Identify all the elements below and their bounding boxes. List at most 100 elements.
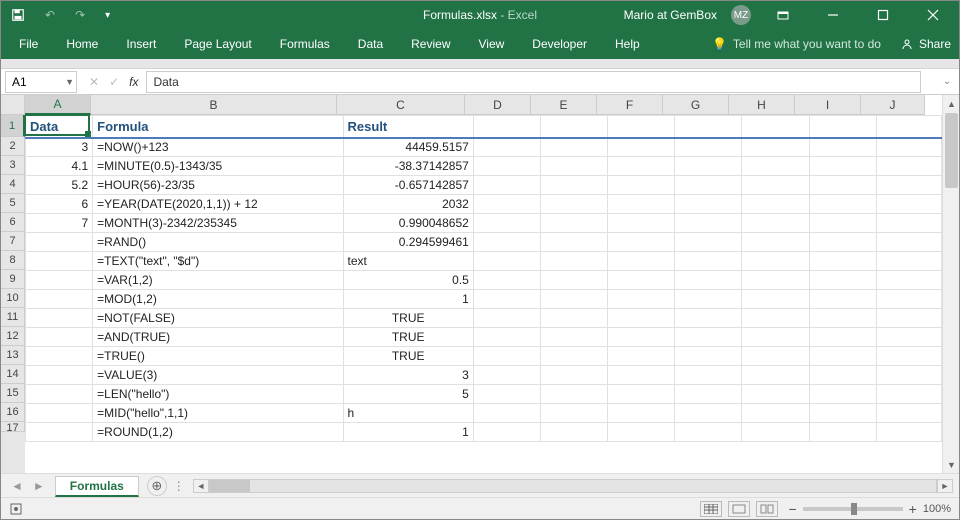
horizontal-scroll-thumb[interactable] xyxy=(210,480,250,492)
cell[interactable] xyxy=(675,309,742,328)
sheet-nav-prev-icon[interactable]: ◄ xyxy=(7,479,27,493)
row-header-8[interactable]: 8 xyxy=(1,251,25,270)
cell[interactable] xyxy=(876,385,941,404)
cell[interactable] xyxy=(742,366,809,385)
cell[interactable] xyxy=(809,309,876,328)
close-button[interactable] xyxy=(915,1,951,29)
cell[interactable] xyxy=(608,138,675,157)
sheet-nav-next-icon[interactable]: ► xyxy=(29,479,49,493)
cell[interactable] xyxy=(809,157,876,176)
cell[interactable] xyxy=(876,328,941,347)
cell[interactable]: TRUE xyxy=(343,347,473,366)
cell[interactable] xyxy=(608,214,675,233)
cell[interactable] xyxy=(608,116,675,138)
cell[interactable] xyxy=(876,404,941,423)
cell[interactable] xyxy=(876,290,941,309)
scroll-up-icon[interactable]: ▲ xyxy=(943,95,959,112)
new-sheet-button[interactable]: ⊕ xyxy=(147,476,167,496)
cell[interactable] xyxy=(26,404,93,423)
cell[interactable] xyxy=(742,252,809,271)
cell[interactable] xyxy=(876,309,941,328)
cell[interactable] xyxy=(26,328,93,347)
cell[interactable] xyxy=(540,328,607,347)
cell[interactable] xyxy=(26,423,93,442)
cell[interactable] xyxy=(876,157,941,176)
cell[interactable] xyxy=(675,176,742,195)
cell[interactable] xyxy=(608,157,675,176)
ribbon-tab-home[interactable]: Home xyxy=(52,29,112,59)
row-header-14[interactable]: 14 xyxy=(1,365,25,384)
row-header-3[interactable]: 3 xyxy=(1,156,25,175)
ribbon-tab-developer[interactable]: Developer xyxy=(518,29,601,59)
cell[interactable] xyxy=(540,233,607,252)
cell[interactable] xyxy=(809,116,876,138)
cell[interactable]: =MOD(1,2) xyxy=(93,290,343,309)
cell[interactable] xyxy=(876,347,941,366)
cell[interactable] xyxy=(473,385,540,404)
cell[interactable] xyxy=(473,423,540,442)
fx-icon[interactable]: fx xyxy=(129,75,138,89)
cell[interactable]: Result xyxy=(343,116,473,138)
column-header-D[interactable]: D xyxy=(465,95,531,115)
cell[interactable]: 1 xyxy=(343,290,473,309)
row-header-5[interactable]: 5 xyxy=(1,194,25,213)
cell[interactable] xyxy=(809,404,876,423)
hscroll-left-icon[interactable]: ◄ xyxy=(193,479,209,493)
cell[interactable] xyxy=(675,385,742,404)
cell[interactable]: 5.2 xyxy=(26,176,93,195)
cell[interactable] xyxy=(473,138,540,157)
cell[interactable]: 6 xyxy=(26,195,93,214)
cell[interactable] xyxy=(608,309,675,328)
cell[interactable] xyxy=(540,385,607,404)
formula-bar-expand-icon[interactable]: ⌄ xyxy=(939,76,955,87)
cell[interactable]: h xyxy=(343,404,473,423)
cell[interactable]: TRUE xyxy=(343,309,473,328)
name-box[interactable]: A1 ▼ xyxy=(5,71,77,93)
cell[interactable] xyxy=(675,195,742,214)
cell[interactable]: 44459.5157 xyxy=(343,138,473,157)
cell[interactable] xyxy=(473,176,540,195)
cell[interactable]: =MINUTE(0.5)-1343/35 xyxy=(93,157,343,176)
cell[interactable] xyxy=(809,328,876,347)
cell[interactable] xyxy=(473,214,540,233)
row-header-10[interactable]: 10 xyxy=(1,289,25,308)
column-header-J[interactable]: J xyxy=(861,95,925,115)
vertical-scroll-thumb[interactable] xyxy=(945,113,958,188)
cell[interactable] xyxy=(26,309,93,328)
cell[interactable] xyxy=(675,252,742,271)
cell[interactable] xyxy=(809,271,876,290)
cell[interactable]: 0.990048652 xyxy=(343,214,473,233)
cell[interactable] xyxy=(742,116,809,138)
row-header-12[interactable]: 12 xyxy=(1,327,25,346)
cell[interactable] xyxy=(608,271,675,290)
undo-icon[interactable]: ↶ xyxy=(45,8,55,22)
cell[interactable] xyxy=(473,328,540,347)
sheet-tab-formulas[interactable]: Formulas xyxy=(55,476,139,497)
row-header-16[interactable]: 16 xyxy=(1,403,25,422)
cell[interactable]: =LEN("hello") xyxy=(93,385,343,404)
cell[interactable] xyxy=(876,252,941,271)
redo-icon[interactable]: ↷ xyxy=(75,8,85,22)
user-name[interactable]: Mario at GemBox xyxy=(624,8,717,22)
ribbon-display-options-icon[interactable] xyxy=(765,1,801,29)
ribbon-tab-help[interactable]: Help xyxy=(601,29,654,59)
column-header-F[interactable]: F xyxy=(597,95,663,115)
maximize-button[interactable] xyxy=(865,1,901,29)
cell[interactable]: -0.657142857 xyxy=(343,176,473,195)
cell[interactable] xyxy=(742,290,809,309)
zoom-in-button[interactable]: + xyxy=(909,501,917,517)
cells-viewport[interactable]: DataFormulaResult3=NOW()+12344459.51574.… xyxy=(25,115,942,473)
cell[interactable] xyxy=(540,195,607,214)
cell[interactable]: text xyxy=(343,252,473,271)
cell[interactable] xyxy=(876,271,941,290)
ribbon-tab-data[interactable]: Data xyxy=(344,29,397,59)
cell[interactable] xyxy=(540,271,607,290)
cell[interactable]: =AND(TRUE) xyxy=(93,328,343,347)
row-header-2[interactable]: 2 xyxy=(1,137,25,156)
cell[interactable] xyxy=(608,290,675,309)
ribbon-tab-page-layout[interactable]: Page Layout xyxy=(170,29,265,59)
cell[interactable]: =ROUND(1,2) xyxy=(93,423,343,442)
cell[interactable]: =TRUE() xyxy=(93,347,343,366)
zoom-slider[interactable] xyxy=(803,507,903,511)
cell[interactable] xyxy=(742,195,809,214)
